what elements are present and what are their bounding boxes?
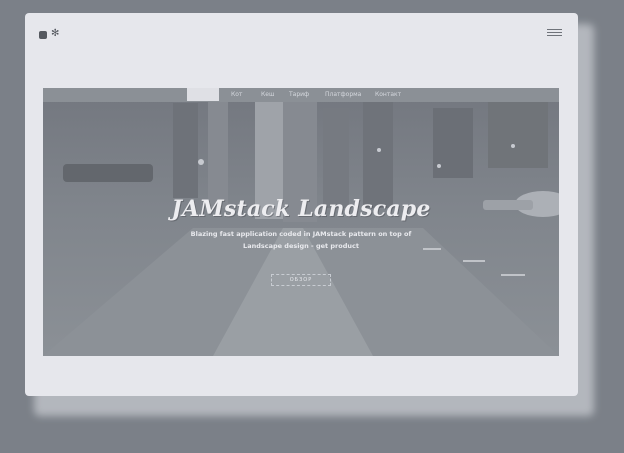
nav-item-1[interactable]: Кот <box>231 90 242 100</box>
gear-icon[interactable]: ✻ <box>51 28 61 40</box>
nav-item-4[interactable]: Платформа <box>325 90 361 100</box>
square-icon[interactable] <box>39 31 47 39</box>
nav-item-2[interactable]: Кеш <box>261 90 274 100</box>
browser-window: ✻ Кот Кеш Тариф Платформа Контакт JAMsta… <box>25 13 578 396</box>
nav-item-5[interactable]: Контакт <box>375 90 401 100</box>
nav-item-active[interactable] <box>187 88 219 101</box>
nav-item-3[interactable]: Тариф <box>289 90 309 100</box>
hero-subtitle: Blazing fast application coded in JAMsta… <box>190 230 412 250</box>
city-street-background <box>43 88 559 356</box>
hero-banner: Кот Кеш Тариф Платформа Контакт JAMstack… <box>43 88 559 356</box>
hero-cta-button[interactable]: ОБЗОР <box>271 274 331 286</box>
top-navigation: Кот Кеш Тариф Платформа Контакт <box>43 88 559 102</box>
hero-title: JAMstack Landscape <box>171 196 431 222</box>
hamburger-menu-icon[interactable] <box>547 29 562 39</box>
